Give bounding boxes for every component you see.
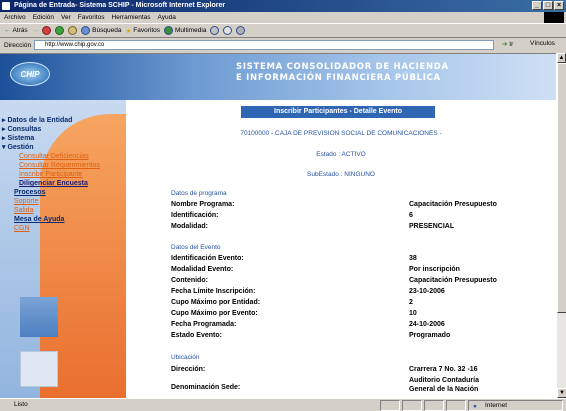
scroll-down-arrow-icon[interactable]: ▼ bbox=[557, 388, 566, 398]
mail-icon[interactable] bbox=[223, 26, 233, 35]
menu-herramientas[interactable]: Herramientas bbox=[112, 14, 151, 21]
links-button[interactable]: Vínculos bbox=[530, 40, 555, 47]
scroll-up-arrow-icon[interactable]: ▲ bbox=[557, 53, 566, 63]
section-ubicacion: Ubicación bbox=[171, 354, 200, 361]
nav-soporte[interactable]: Soporte bbox=[2, 197, 120, 206]
forward-arrow-icon: → bbox=[31, 27, 39, 34]
status-segment bbox=[446, 400, 466, 411]
field-row: Identificación Evento: 38 bbox=[171, 255, 417, 262]
window-title: Página de Entrada- Sistema SCHIP - Micro… bbox=[14, 2, 226, 9]
nav-consultar-deficiencias[interactable]: Consultar Deficiencias bbox=[2, 152, 120, 161]
window-title-bar: Página de Entrada- Sistema SCHIP - Micro… bbox=[0, 0, 566, 12]
status-segment bbox=[380, 400, 400, 411]
ie-icon bbox=[2, 2, 10, 10]
subestado-line: SubEstado : NINGUNO bbox=[307, 171, 375, 178]
field-row: Cupo Máximo por Evento: 10 bbox=[171, 310, 417, 317]
field-row: Fecha Límite Inscripción: 23-10-2006 bbox=[171, 288, 445, 295]
field-row: Contenido: Capacitación Presupuesto bbox=[171, 277, 497, 284]
refresh-icon[interactable] bbox=[55, 26, 65, 35]
media-button[interactable]: Multimedia bbox=[164, 26, 206, 35]
media-icon bbox=[164, 26, 174, 35]
home-icon[interactable] bbox=[68, 26, 78, 35]
chip-logo[interactable]: CHIP bbox=[10, 62, 50, 86]
nav-datos-entidad[interactable]: ▸ Datos de la Entidad bbox=[2, 116, 120, 125]
status-text: Listo bbox=[14, 401, 28, 408]
forward-button[interactable]: → bbox=[32, 27, 39, 34]
page-viewport: CHIP SISTEMA CONSOLIDADOR DE HACIENDA E … bbox=[0, 53, 556, 398]
url-text: http://www.chip.gov.co bbox=[45, 42, 105, 48]
entity-line: 70100000 - CAJA DE PREVISION SOCIAL DE C… bbox=[240, 130, 442, 137]
status-bar: Listo ● Internet bbox=[0, 398, 566, 411]
favorites-button[interactable]: ★ Favoritos bbox=[125, 27, 160, 35]
maximize-button[interactable]: □ bbox=[543, 1, 553, 10]
history-icon[interactable] bbox=[210, 26, 220, 35]
favorites-star-icon: ★ bbox=[125, 27, 132, 35]
site-banner: CHIP SISTEMA CONSOLIDADOR DE HACIENDA E … bbox=[0, 54, 556, 100]
banner-title-line1: SISTEMA CONSOLIDADOR DE HACIENDA bbox=[236, 62, 449, 72]
back-button[interactable]: ← Atrás bbox=[4, 27, 28, 34]
nav-inscribir-participante[interactable]: Inscribir Participante bbox=[2, 170, 120, 179]
address-input[interactable]: http://www.chip.gov.co bbox=[34, 40, 494, 50]
page-title: Inscribir Participantes - Detalle Evento bbox=[241, 106, 435, 118]
menu-favoritos[interactable]: Favoritos bbox=[78, 14, 105, 21]
menu-edicion[interactable]: Edición bbox=[33, 14, 54, 21]
side-navigation: ▸ Datos de la Entidad ▸ Consultas ▸ Sist… bbox=[2, 116, 120, 233]
field-row: Estado Evento: Programado bbox=[171, 332, 451, 339]
status-segment bbox=[402, 400, 422, 411]
field-row: Dirección: Crarrera 7 No. 32 -16 bbox=[171, 366, 478, 373]
search-icon bbox=[81, 26, 91, 35]
field-row: Cupo Máximo por Entidad: 2 bbox=[171, 299, 413, 306]
nav-consultas[interactable]: ▸ Consultas bbox=[2, 125, 120, 134]
field-row: Modalidad: PRESENCIAL bbox=[171, 223, 455, 230]
vertical-scrollbar[interactable]: ▲ ▼ bbox=[556, 53, 566, 398]
menu-bar: Archivo Edición Ver Favoritos Herramient… bbox=[0, 12, 566, 23]
nav-diligenciar-encuesta[interactable]: Diligenciar Encuesta bbox=[2, 179, 120, 188]
search-button[interactable]: Búsqueda bbox=[81, 26, 121, 35]
back-arrow-icon: ← bbox=[4, 27, 11, 34]
go-button[interactable]: ➔ Ir bbox=[502, 40, 513, 48]
field-row: Identificación: 6 bbox=[171, 212, 413, 219]
windows-logo-icon bbox=[544, 12, 564, 23]
address-label: Dirección bbox=[4, 41, 32, 49]
field-row: Fecha Programada: 24-10-2006 bbox=[171, 321, 445, 328]
decorative-square-light bbox=[20, 351, 58, 387]
scroll-thumb[interactable] bbox=[557, 63, 566, 313]
nav-procesos[interactable]: Procesos bbox=[2, 188, 120, 197]
main-content: Inscribir Participantes - Detalle Evento… bbox=[126, 100, 556, 398]
print-icon[interactable] bbox=[236, 26, 246, 35]
go-arrow-icon: ➔ bbox=[502, 41, 508, 48]
nav-consultar-requerimientos[interactable]: Consultar Requerimientos bbox=[2, 161, 120, 170]
decorative-square-blue bbox=[20, 297, 58, 337]
section-programa: Datos de programa bbox=[171, 190, 227, 197]
field-row: Nombre Programa: Capacitación Presupuesto bbox=[171, 201, 497, 208]
toolbar: ← Atrás → Búsqueda ★ Favoritos Multimedia bbox=[0, 23, 566, 38]
nav-salida[interactable]: Salida bbox=[2, 206, 120, 215]
globe-icon: ● bbox=[473, 403, 477, 410]
close-button[interactable]: × bbox=[554, 1, 564, 10]
banner-title-line2: E INFORMACIÓN FINANCIERA PÚBLICA bbox=[236, 73, 441, 83]
section-evento: Datos del Evento bbox=[171, 244, 221, 251]
field-row: Modalidad Evento: Por inscripción bbox=[171, 266, 460, 273]
nav-mesa-ayuda[interactable]: Mesa de Ayuda bbox=[2, 215, 120, 224]
nav-sistema[interactable]: ▸ Sistema bbox=[2, 134, 120, 143]
menu-ayuda[interactable]: Ayuda bbox=[158, 14, 176, 21]
status-segment bbox=[424, 400, 444, 411]
estado-line: Estado : ACTIVO bbox=[316, 151, 366, 158]
minimize-button[interactable]: _ bbox=[532, 1, 542, 10]
nav-cgn[interactable]: CGN bbox=[2, 224, 120, 233]
stop-icon[interactable] bbox=[42, 26, 52, 35]
menu-archivo[interactable]: Archivo bbox=[4, 14, 26, 21]
nav-gestion[interactable]: ▾ Gestión bbox=[2, 143, 120, 152]
address-bar: Dirección http://www.chip.gov.co ➔ Ir Ví… bbox=[0, 38, 566, 52]
zone-indicator: ● Internet bbox=[468, 400, 563, 411]
menu-ver[interactable]: Ver bbox=[61, 14, 71, 21]
